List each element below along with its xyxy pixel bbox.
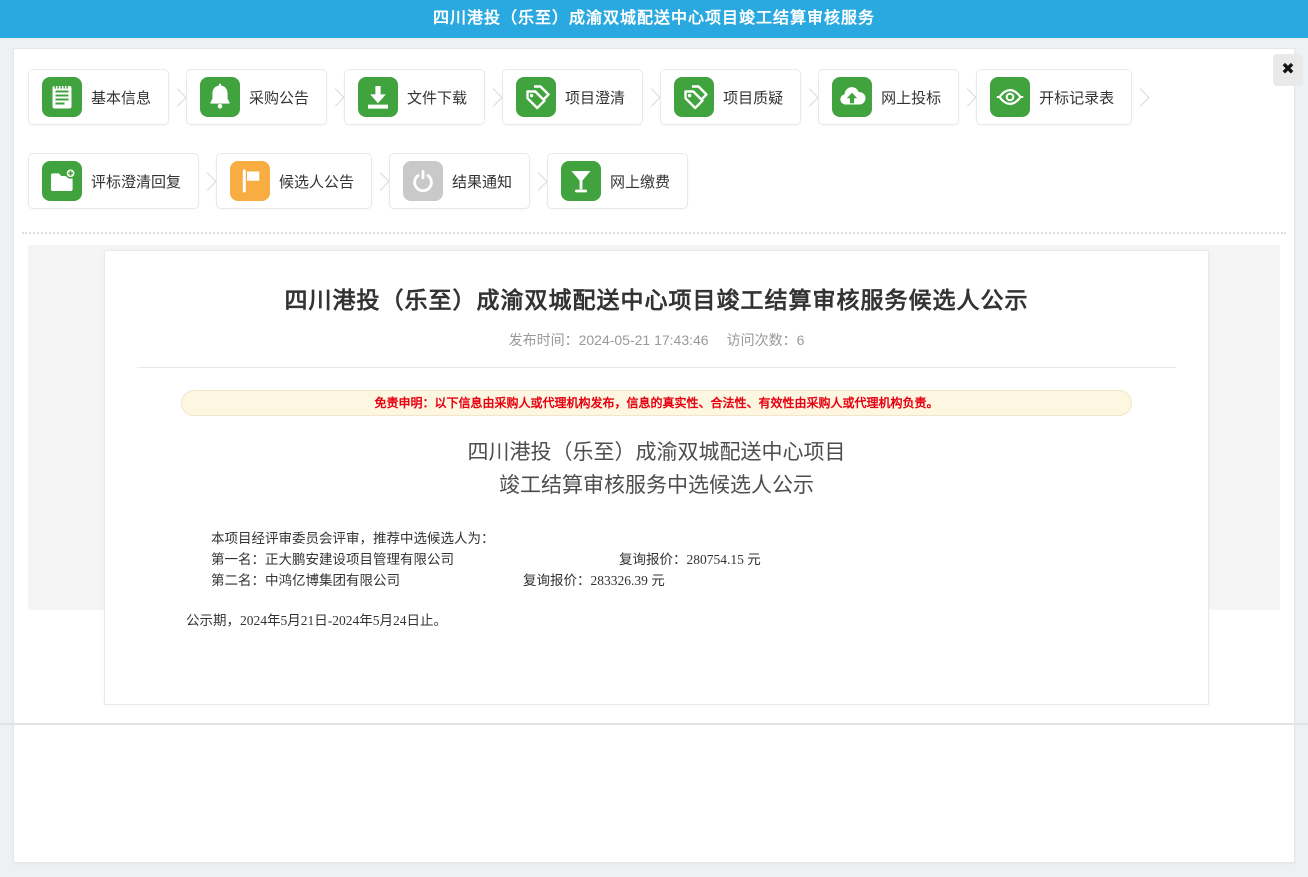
- tab-label: 开标记录表: [1039, 87, 1114, 108]
- tab-label: 候选人公告: [279, 171, 354, 192]
- candidate-name: 第二名：中鸿亿博集团有限公司: [211, 570, 523, 591]
- tab-label: 项目质疑: [723, 87, 783, 108]
- publish-time-label: 发布时间：: [509, 332, 579, 348]
- eye-icon: [990, 77, 1030, 117]
- tab-online-bidding[interactable]: 网上投标: [818, 69, 959, 125]
- download-icon: [358, 77, 398, 117]
- doc-heading: 四川港投（乐至）成渝双城配送中心项目 竣工结算审核服务中选候选人公示: [105, 436, 1208, 502]
- tab-candidate-announcement[interactable]: 候选人公告: [216, 153, 372, 209]
- content-background: 四川港投（乐至）成渝双城配送中心项目竣工结算审核服务候选人公示 发布时间：202…: [28, 245, 1280, 610]
- article-meta: 发布时间：2024-05-21 17:43:46 访问次数：6: [105, 330, 1208, 350]
- notepad-icon: [42, 77, 82, 117]
- tab-project-clarification[interactable]: 项目澄清: [502, 69, 643, 125]
- tab-procurement-notice[interactable]: 采购公告: [186, 69, 327, 125]
- disclaimer-banner: 免责申明：以下信息由采购人或代理机构发布，信息的真实性、合法性、有效性由采购人或…: [181, 390, 1132, 416]
- close-icon: ✖: [1281, 61, 1294, 78]
- doc-body: 本项目经评审委员会评审，推荐中选候选人为： 第一名：正大鹏安建设项目管理有限公司…: [211, 528, 1208, 591]
- candidate-price: 复询报价：283326.39 元: [523, 570, 665, 591]
- tab-label: 采购公告: [249, 87, 309, 108]
- tab-bid-opening-record[interactable]: 开标记录表: [976, 69, 1132, 125]
- cloud-upload-icon: [832, 77, 872, 117]
- steps-row-1: 基本信息 采购公告 文件下载 项目澄清: [28, 49, 1294, 125]
- announcement-document: 四川港投（乐至）成渝双城配送中心项目竣工结算审核服务候选人公示 发布时间：202…: [104, 250, 1209, 705]
- tab-result-notice[interactable]: 结果通知: [389, 153, 530, 209]
- intro-line: 本项目经评审委员会评审，推荐中选候选人为：: [211, 528, 1208, 549]
- bell-icon: [200, 77, 240, 117]
- page-title: 四川港投（乐至）成渝双城配送中心项目竣工结算审核服务: [433, 10, 875, 27]
- publish-time-value: 2024-05-21 17:43:46: [579, 332, 709, 348]
- article-title: 四川港投（乐至）成渝双城配送中心项目竣工结算审核服务候选人公示: [105, 281, 1208, 315]
- tab-file-download[interactable]: 文件下载: [344, 69, 485, 125]
- tab-basic-info[interactable]: 基本信息: [28, 69, 169, 125]
- glass-icon: [561, 161, 601, 201]
- window-title-bar: 四川港投（乐至）成渝双城配送中心项目竣工结算审核服务: [0, 0, 1308, 38]
- doc-heading-line2: 竣工结算审核服务中选候选人公示: [105, 469, 1208, 502]
- steps-row-2: 评标澄清回复 候选人公告 结果通知 网上缴费: [28, 153, 1294, 209]
- visit-count-label: 访问次数：: [727, 332, 797, 348]
- meta-divider: [137, 367, 1176, 368]
- doc-heading-line1: 四川港投（乐至）成渝双城配送中心项目: [105, 436, 1208, 469]
- main-panel: ✖ 基本信息: [13, 48, 1295, 863]
- tab-label: 评标澄清回复: [91, 171, 181, 192]
- power-icon: [403, 161, 443, 201]
- candidate-price: 复询报价：280754.15 元: [619, 549, 761, 570]
- tab-label: 项目澄清: [565, 87, 625, 108]
- horizontal-rule: [0, 723, 1308, 725]
- tab-evaluation-clarification-reply[interactable]: 评标澄清回复: [28, 153, 199, 209]
- tab-label: 文件下载: [407, 87, 467, 108]
- tab-project-query[interactable]: 项目质疑: [660, 69, 801, 125]
- tab-label: 网上投标: [881, 87, 941, 108]
- flag-icon: [230, 161, 270, 201]
- tag-icon: [516, 77, 556, 117]
- publicity-period: 公示期，2024年5月21日-2024年5月24日止。: [186, 609, 1208, 629]
- candidate-name: 第一名：正大鹏安建设项目管理有限公司: [211, 549, 619, 570]
- tab-label: 基本信息: [91, 87, 151, 108]
- candidate-row: 第二名：中鸿亿博集团有限公司 复询报价：283326.39 元: [211, 570, 1208, 591]
- tab-label: 网上缴费: [610, 171, 670, 192]
- close-button[interactable]: ✖: [1273, 54, 1303, 86]
- folder-plus-icon: [42, 161, 82, 201]
- tag-icon: [674, 77, 714, 117]
- candidate-row: 第一名：正大鹏安建设项目管理有限公司 复询报价：280754.15 元: [211, 549, 1208, 570]
- tab-label: 结果通知: [452, 171, 512, 192]
- visit-count-value: 6: [797, 332, 805, 348]
- dotted-divider: [22, 232, 1286, 234]
- tab-online-payment[interactable]: 网上缴费: [547, 153, 688, 209]
